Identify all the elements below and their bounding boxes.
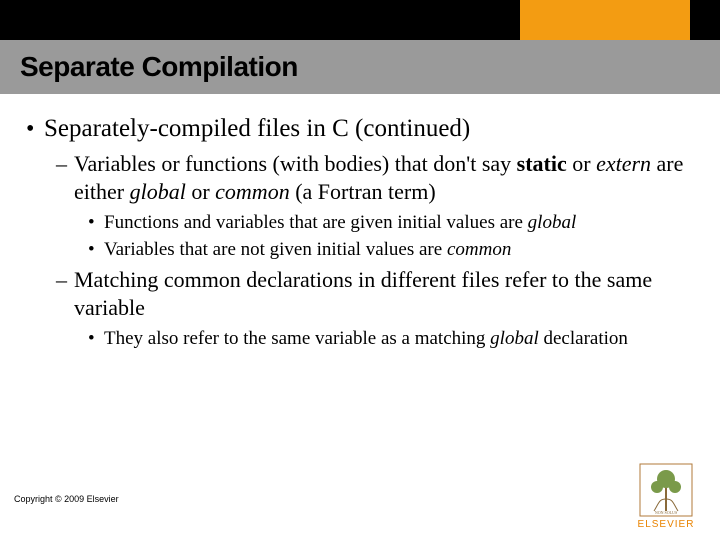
bullet-list-level1: • Separately-compiled files in C (contin… — [26, 114, 694, 351]
bullet-text: Functions and variables that are given i… — [104, 210, 576, 235]
list-item: • Functions and variables that are given… — [88, 210, 694, 235]
bullet-list-level3: • Functions and variables that are given… — [88, 210, 694, 262]
slide: Separate Compilation • Separately-compil… — [0, 0, 720, 540]
text-fragment: (a Fortran term) — [290, 179, 436, 204]
publisher-name: ELSEVIER — [626, 519, 706, 530]
bullet-dot-icon: • — [88, 237, 104, 262]
copyright-text: Copyright © 2009 Elsevier — [14, 494, 119, 504]
keyword-extern: extern — [596, 151, 651, 176]
keyword-common: common — [215, 179, 290, 204]
text-fragment: declaration — [539, 328, 628, 349]
bullet-list-level2: – Variables or functions (with bodies) t… — [56, 150, 694, 351]
bullet-text: Matching common declarations in differen… — [74, 266, 694, 322]
dash-icon: – — [56, 150, 74, 206]
bullet-dot-icon: • — [88, 326, 104, 351]
list-item: • Separately-compiled files in C (contin… — [26, 114, 694, 351]
bullet-text: Variables that are not given initial val… — [104, 237, 511, 262]
text-fragment: They also refer to the same variable as … — [104, 328, 490, 349]
list-item: – Matching common declarations in differ… — [56, 266, 694, 351]
slide-title: Separate Compilation — [20, 51, 298, 83]
top-orange-accent — [520, 0, 690, 40]
text-fragment: Functions and variables that are given i… — [104, 212, 528, 233]
bullet-text: They also refer to the same variable as … — [104, 326, 628, 351]
svg-text:NON SOLUS: NON SOLUS — [655, 510, 677, 515]
bullet-dot-icon: • — [88, 210, 104, 235]
text-fragment: or — [567, 151, 596, 176]
bullet-list-level3: • They also refer to the same variable a… — [88, 326, 694, 351]
elsevier-tree-icon: NON SOLUS — [639, 463, 693, 517]
keyword-static: static — [517, 151, 567, 176]
keyword-global: global — [528, 212, 577, 233]
list-item: • Variables that are not given initial v… — [88, 237, 694, 262]
text-fragment: Variables or functions (with bodies) tha… — [74, 151, 517, 176]
bullet-dot-icon: • — [26, 114, 44, 144]
keyword-common: common — [447, 239, 511, 260]
bullet-text: Variables or functions (with bodies) tha… — [74, 150, 694, 206]
keyword-global: global — [490, 328, 539, 349]
content-area: • Separately-compiled files in C (contin… — [26, 108, 694, 351]
bullet-text: Separately-compiled files in C (continue… — [44, 114, 470, 144]
text-fragment: Variables that are not given initial val… — [104, 239, 447, 260]
list-item: – Variables or functions (with bodies) t… — [56, 150, 694, 262]
text-fragment: or — [186, 179, 215, 204]
publisher-logo: NON SOLUS ELSEVIER — [626, 463, 706, 530]
title-bar: Separate Compilation — [0, 40, 720, 94]
keyword-global: global — [130, 179, 186, 204]
list-item: • They also refer to the same variable a… — [88, 326, 694, 351]
dash-icon: – — [56, 266, 74, 322]
